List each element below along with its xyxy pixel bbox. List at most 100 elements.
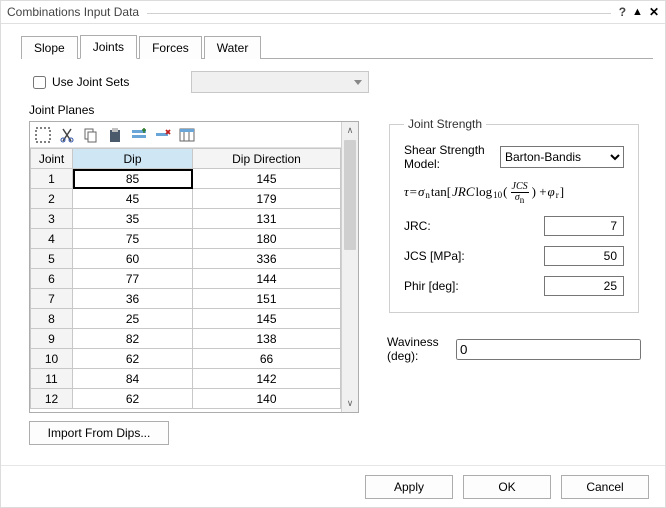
table-row[interactable]: 677144 xyxy=(31,269,341,289)
cell-dipdir[interactable]: 138 xyxy=(193,329,341,349)
use-joint-sets-checkbox[interactable] xyxy=(33,76,46,89)
joint-grid[interactable]: Joint Dip Dip Direction 1851452451793351… xyxy=(30,148,341,409)
col-dipdir[interactable]: Dip Direction xyxy=(193,149,341,169)
cell-dipdir[interactable]: 145 xyxy=(193,169,341,189)
table-row[interactable]: 736151 xyxy=(31,289,341,309)
table-scrollbar[interactable]: ∧ ∨ xyxy=(341,122,358,412)
scroll-down-icon[interactable]: ∨ xyxy=(342,395,358,412)
collapse-icon[interactable]: ▲ xyxy=(632,6,643,18)
cell-dipdir[interactable]: 66 xyxy=(193,349,341,369)
shear-model-select[interactable]: Barton-Bandis xyxy=(500,146,624,168)
cell-dipdir[interactable]: 140 xyxy=(193,389,341,409)
table-row[interactable]: 1184142 xyxy=(31,369,341,389)
cell-dip[interactable]: 45 xyxy=(73,189,193,209)
select-icon[interactable] xyxy=(34,126,52,144)
cell-dip[interactable]: 35 xyxy=(73,209,193,229)
cell-dipdir[interactable]: 179 xyxy=(193,189,341,209)
cell-dip[interactable]: 25 xyxy=(73,309,193,329)
table-row[interactable]: 106266 xyxy=(31,349,341,369)
row-header[interactable]: 12 xyxy=(31,389,73,409)
table-row[interactable]: 1262140 xyxy=(31,389,341,409)
cell-dip[interactable]: 84 xyxy=(73,369,193,389)
waviness-input[interactable] xyxy=(456,339,641,360)
ok-button[interactable]: OK xyxy=(463,475,551,499)
row-header[interactable]: 9 xyxy=(31,329,73,349)
use-joint-sets-row: Use Joint Sets xyxy=(29,71,647,93)
jcs-input[interactable] xyxy=(544,246,624,266)
title-separator xyxy=(147,13,611,14)
table-row[interactable]: 185145 xyxy=(31,169,341,189)
joint-strength-group: Joint Strength Shear Strength Model: Bar… xyxy=(389,117,639,313)
help-icon[interactable]: ? xyxy=(619,5,626,19)
joint-planes-table: Joint Dip Dip Direction 1851452451793351… xyxy=(29,121,359,413)
tab-panel: Use Joint Sets Joint Planes xyxy=(1,59,665,445)
scroll-thumb[interactable] xyxy=(344,140,356,250)
table-row[interactable]: 982138 xyxy=(31,329,341,349)
cell-dip[interactable]: 36 xyxy=(73,289,193,309)
joint-sets-combo xyxy=(191,71,369,93)
table-row[interactable]: 335131 xyxy=(31,209,341,229)
scroll-up-icon[interactable]: ∧ xyxy=(342,122,358,139)
cell-dip[interactable]: 77 xyxy=(73,269,193,289)
tab-forces[interactable]: Forces xyxy=(139,36,202,59)
table-row[interactable]: 245179 xyxy=(31,189,341,209)
cut-icon[interactable] xyxy=(58,126,76,144)
cell-dip[interactable]: 62 xyxy=(73,389,193,409)
table-toolbar xyxy=(30,122,341,148)
tab-slope[interactable]: Slope xyxy=(21,36,78,59)
dialog-title: Combinations Input Data xyxy=(7,5,139,19)
cell-dipdir[interactable]: 131 xyxy=(193,209,341,229)
use-joint-sets-label: Use Joint Sets xyxy=(52,75,129,89)
cell-dip[interactable]: 82 xyxy=(73,329,193,349)
col-dip[interactable]: Dip xyxy=(73,149,193,169)
dialog-window: Combinations Input Data ? ▲ ✕ Slope Join… xyxy=(0,0,666,508)
cell-dip[interactable]: 62 xyxy=(73,349,193,369)
import-from-dips-button[interactable]: Import From Dips... xyxy=(29,421,169,445)
phir-input[interactable] xyxy=(544,276,624,296)
tab-bar: Slope Joints Forces Water xyxy=(21,34,653,59)
table-row[interactable]: 560336 xyxy=(31,249,341,269)
joint-planes-label: Joint Planes xyxy=(29,103,647,117)
barton-bandis-formula: τ = σn tan[JRC log10( JCSσn ) + φr] xyxy=(404,181,624,202)
jrc-input[interactable] xyxy=(544,216,624,236)
tab-water[interactable]: Water xyxy=(204,36,262,59)
cell-dipdir[interactable]: 144 xyxy=(193,269,341,289)
table-row[interactable]: 475180 xyxy=(31,229,341,249)
row-header[interactable]: 6 xyxy=(31,269,73,289)
close-icon[interactable]: ✕ xyxy=(649,5,659,19)
row-header[interactable]: 8 xyxy=(31,309,73,329)
waviness-label: Waviness (deg): xyxy=(387,335,456,363)
jcs-label: JCS [MPa]: xyxy=(404,249,544,263)
cell-dipdir[interactable]: 142 xyxy=(193,369,341,389)
apply-button[interactable]: Apply xyxy=(365,475,453,499)
table-row[interactable]: 825145 xyxy=(31,309,341,329)
row-header[interactable]: 4 xyxy=(31,229,73,249)
delete-row-icon[interactable] xyxy=(154,126,172,144)
cell-dipdir[interactable]: 145 xyxy=(193,309,341,329)
columns-icon[interactable] xyxy=(178,126,196,144)
shear-model-label: Shear Strength Model: xyxy=(404,143,500,171)
cell-dipdir[interactable]: 151 xyxy=(193,289,341,309)
paste-icon[interactable] xyxy=(106,126,124,144)
cell-dipdir[interactable]: 180 xyxy=(193,229,341,249)
row-header[interactable]: 10 xyxy=(31,349,73,369)
cell-dip[interactable]: 60 xyxy=(73,249,193,269)
insert-row-icon[interactable] xyxy=(130,126,148,144)
row-header[interactable]: 2 xyxy=(31,189,73,209)
cell-dipdir[interactable]: 336 xyxy=(193,249,341,269)
cell-dip[interactable]: 75 xyxy=(73,229,193,249)
row-header[interactable]: 5 xyxy=(31,249,73,269)
tab-joints[interactable]: Joints xyxy=(80,35,137,59)
cell-dip[interactable]: 85 xyxy=(73,169,193,189)
row-header[interactable]: 1 xyxy=(31,169,73,189)
jrc-label: JRC: xyxy=(404,219,544,233)
dialog-footer: Apply OK Cancel xyxy=(1,465,665,507)
joint-strength-legend: Joint Strength xyxy=(404,117,486,131)
col-joint[interactable]: Joint xyxy=(31,149,73,169)
row-header[interactable]: 3 xyxy=(31,209,73,229)
copy-icon[interactable] xyxy=(82,126,100,144)
row-header[interactable]: 7 xyxy=(31,289,73,309)
titlebar: Combinations Input Data ? ▲ ✕ xyxy=(1,1,665,24)
row-header[interactable]: 11 xyxy=(31,369,73,389)
cancel-button[interactable]: Cancel xyxy=(561,475,649,499)
